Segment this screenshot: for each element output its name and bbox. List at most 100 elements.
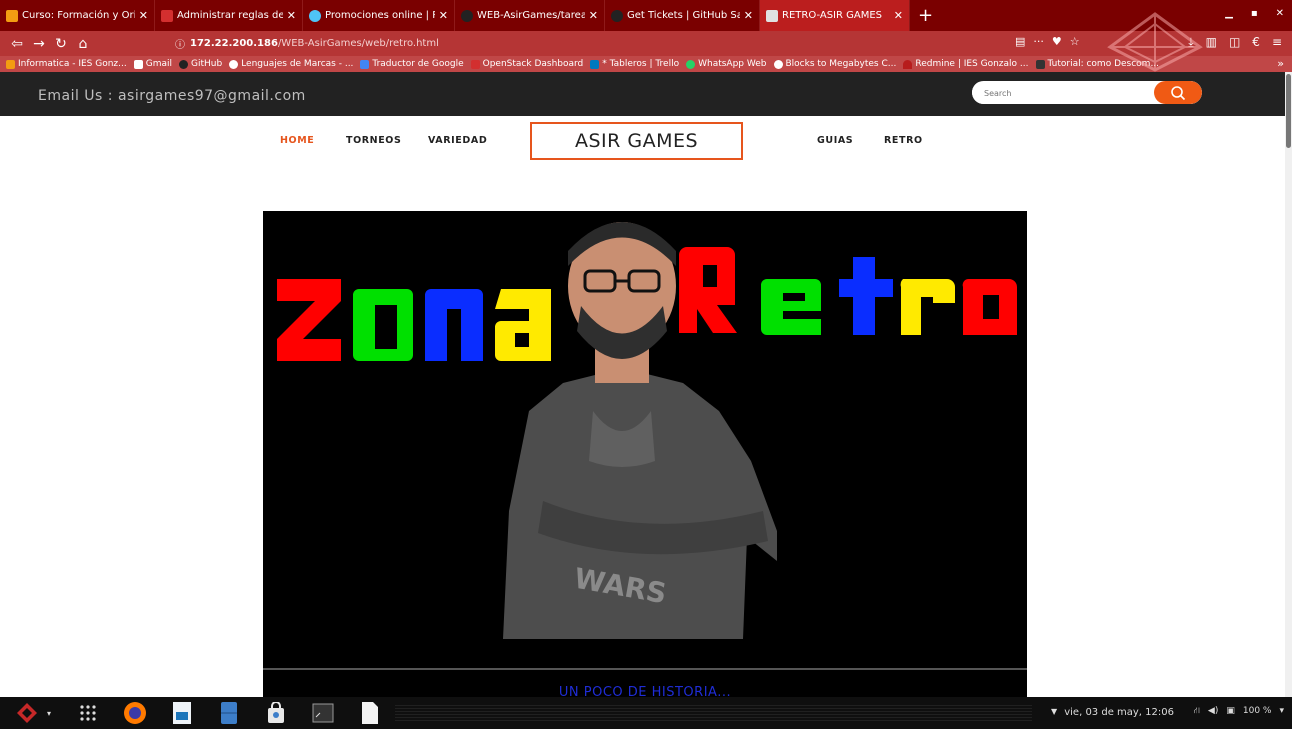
trello-icon	[590, 59, 600, 69]
nav-variedad[interactable]: VARIEDAD	[428, 135, 487, 146]
tray-expand-icon[interactable]: ▼	[1051, 707, 1057, 716]
scrollbar-thumb[interactable]	[1286, 74, 1291, 148]
url-bar[interactable]: ⓘ 172.22.200.186 /WEB-AsirGames/web/retr…	[175, 34, 1005, 53]
site-top-bar: Email Us : asirgames97@gmail.com	[0, 72, 1285, 116]
hero-title-zona	[277, 279, 551, 361]
start-menu-arrow-icon[interactable]: ▾	[44, 700, 54, 726]
home-icon[interactable]: ⌂	[72, 36, 94, 52]
browser-tab-active[interactable]: RETRO-ASIR GAMES ✕	[760, 0, 910, 31]
hamburger-menu-icon[interactable]: ≡	[1272, 35, 1282, 50]
battery-icon[interactable]: ▣	[1226, 706, 1235, 717]
bookmark-item[interactable]: Lenguajes de Marcas - ...	[229, 59, 353, 69]
navigation-toolbar: ⇦ → ↻ ⌂ ⓘ 172.22.200.186 /WEB-AsirGames/…	[0, 31, 1292, 56]
translate-icon	[360, 59, 370, 69]
bookmark-item[interactable]: OpenStack Dashboard	[470, 59, 584, 69]
hero-divider	[263, 668, 1027, 670]
file-cabinet-icon[interactable]	[216, 700, 242, 726]
bookmark-item[interactable]: Gmail	[133, 59, 172, 69]
bookmark-label: Blocks to Megabytes C...	[785, 59, 897, 69]
info-icon[interactable]: ⓘ	[175, 36, 185, 51]
writer-icon[interactable]	[169, 700, 195, 726]
search-input[interactable]	[972, 82, 1152, 104]
reader-view-icon[interactable]: ▤	[1015, 35, 1025, 48]
tab-label: Curso: Formación y Orien	[22, 10, 135, 21]
bookmark-item[interactable]: Informatica - IES Gonz...	[6, 59, 127, 69]
site-nav: HOME TORNEOS VARIEDAD ASIR GAMES GUIAS R…	[0, 116, 1285, 176]
bookmark-label: WhatsApp Web	[698, 59, 767, 69]
extension-icon[interactable]: €	[1252, 35, 1260, 50]
tab-label: WEB-AsirGames/tarea f	[477, 10, 585, 21]
nav-torneos[interactable]: TORNEOS	[346, 135, 401, 146]
bookmarks-overflow-icon[interactable]: »	[1277, 57, 1284, 70]
tutorial-icon	[1035, 59, 1045, 69]
store-bag-icon[interactable]	[263, 700, 289, 726]
search-button[interactable]	[1154, 81, 1202, 104]
close-window-icon[interactable]: ✕	[1276, 8, 1284, 19]
tab-favicon-icon	[161, 9, 173, 22]
minimize-icon[interactable]: ▁	[1225, 8, 1233, 19]
clock[interactable]: vie, 03 de may, 12:06	[1064, 707, 1174, 718]
bookmark-item[interactable]: Blocks to Megabytes C...	[773, 59, 897, 69]
bookmark-item[interactable]: * Tableros | Trello	[590, 59, 679, 69]
pocket-icon[interactable]: ♥	[1052, 35, 1062, 48]
browser-tab[interactable]: Promociones online | Pla ✕	[303, 0, 455, 31]
github-icon	[611, 9, 623, 22]
volume-icon[interactable]: ◀)	[1208, 706, 1218, 717]
bookmark-item[interactable]: Traductor de Google	[360, 59, 464, 69]
close-icon[interactable]: ✕	[589, 9, 598, 22]
text-file-icon[interactable]	[357, 700, 383, 726]
nav-guias[interactable]: GUIAS	[817, 135, 853, 146]
browser-tab-strip: Curso: Formación y Orien ✕ Administrar r…	[0, 0, 1292, 31]
person-photo: WARS	[503, 222, 777, 639]
bookmark-label: Gmail	[145, 59, 172, 69]
bookmark-star-icon[interactable]: ☆	[1070, 35, 1080, 48]
bookmark-label: * Tableros | Trello	[602, 59, 680, 69]
github-icon	[179, 59, 188, 69]
bookmark-icon	[6, 59, 15, 69]
page-menu-icon[interactable]: ···	[1033, 35, 1044, 48]
new-tab-button[interactable]: +	[910, 5, 941, 26]
zoom-level[interactable]: 100 %	[1243, 706, 1272, 717]
bookmark-item[interactable]: WhatsApp Web	[686, 59, 767, 69]
page-scrollbar[interactable]	[1285, 72, 1292, 697]
bookmark-item[interactable]: Redmine | IES Gonzalo ...	[903, 59, 1029, 69]
forward-icon[interactable]: →	[28, 36, 50, 52]
browser-tab[interactable]: Curso: Formación y Orien ✕	[0, 0, 155, 31]
search-icon	[1171, 85, 1186, 100]
browser-tab[interactable]: Administrar reglas de gru ✕	[155, 0, 303, 31]
redmine-icon	[903, 59, 913, 69]
bookmarks-bar: Informatica - IES Gonz... Gmail GitHub L…	[0, 56, 1292, 72]
whatsapp-icon	[686, 59, 696, 69]
back-icon[interactable]: ⇦	[6, 36, 28, 52]
close-icon[interactable]: ✕	[744, 9, 753, 22]
app-grid-icon[interactable]	[75, 700, 101, 726]
close-icon[interactable]: ✕	[439, 9, 448, 22]
site-logo[interactable]: ASIR GAMES	[530, 122, 743, 160]
bookmark-item[interactable]: GitHub	[179, 59, 222, 69]
theme-emblem-icon	[1107, 12, 1203, 72]
bookmark-label: OpenStack Dashboard	[482, 59, 584, 69]
network-icon[interactable]: ⛙	[1194, 706, 1200, 717]
close-icon[interactable]: ✕	[139, 9, 148, 22]
tray-menu-icon[interactable]: ▾	[1279, 706, 1284, 717]
browser-tab[interactable]: Get Tickets | GitHub Sate ✕	[605, 0, 760, 31]
hero-title-retro	[679, 247, 1017, 335]
reload-icon[interactable]: ↻	[50, 36, 72, 52]
terminal-icon[interactable]	[310, 700, 336, 726]
nav-retro[interactable]: RETRO	[884, 135, 923, 146]
browser-tab[interactable]: WEB-AsirGames/tarea f ✕	[455, 0, 605, 31]
maximize-icon[interactable]: ▪	[1251, 8, 1258, 19]
tab-label: RETRO-ASIR GAMES	[782, 10, 883, 21]
sidebar-icon[interactable]: ◫	[1229, 35, 1240, 50]
close-icon[interactable]: ✕	[894, 9, 903, 22]
firefox-icon[interactable]	[122, 700, 148, 726]
gmail-icon	[133, 59, 143, 69]
tab-favicon-icon	[6, 9, 18, 22]
close-icon[interactable]: ✕	[287, 9, 296, 22]
bookmark-label: Lenguajes de Marcas - ...	[241, 59, 354, 69]
nav-home[interactable]: HOME	[280, 135, 314, 146]
start-menu-icon[interactable]	[14, 700, 40, 726]
bookmark-label: Informatica - IES Gonz...	[18, 59, 127, 69]
taskbar: ▾ ▼ vie, 03 de may, 12:06 ⛙ ◀) ▣ 100 % ▾	[0, 697, 1292, 729]
bookmark-label: Traductor de Google	[372, 59, 464, 69]
